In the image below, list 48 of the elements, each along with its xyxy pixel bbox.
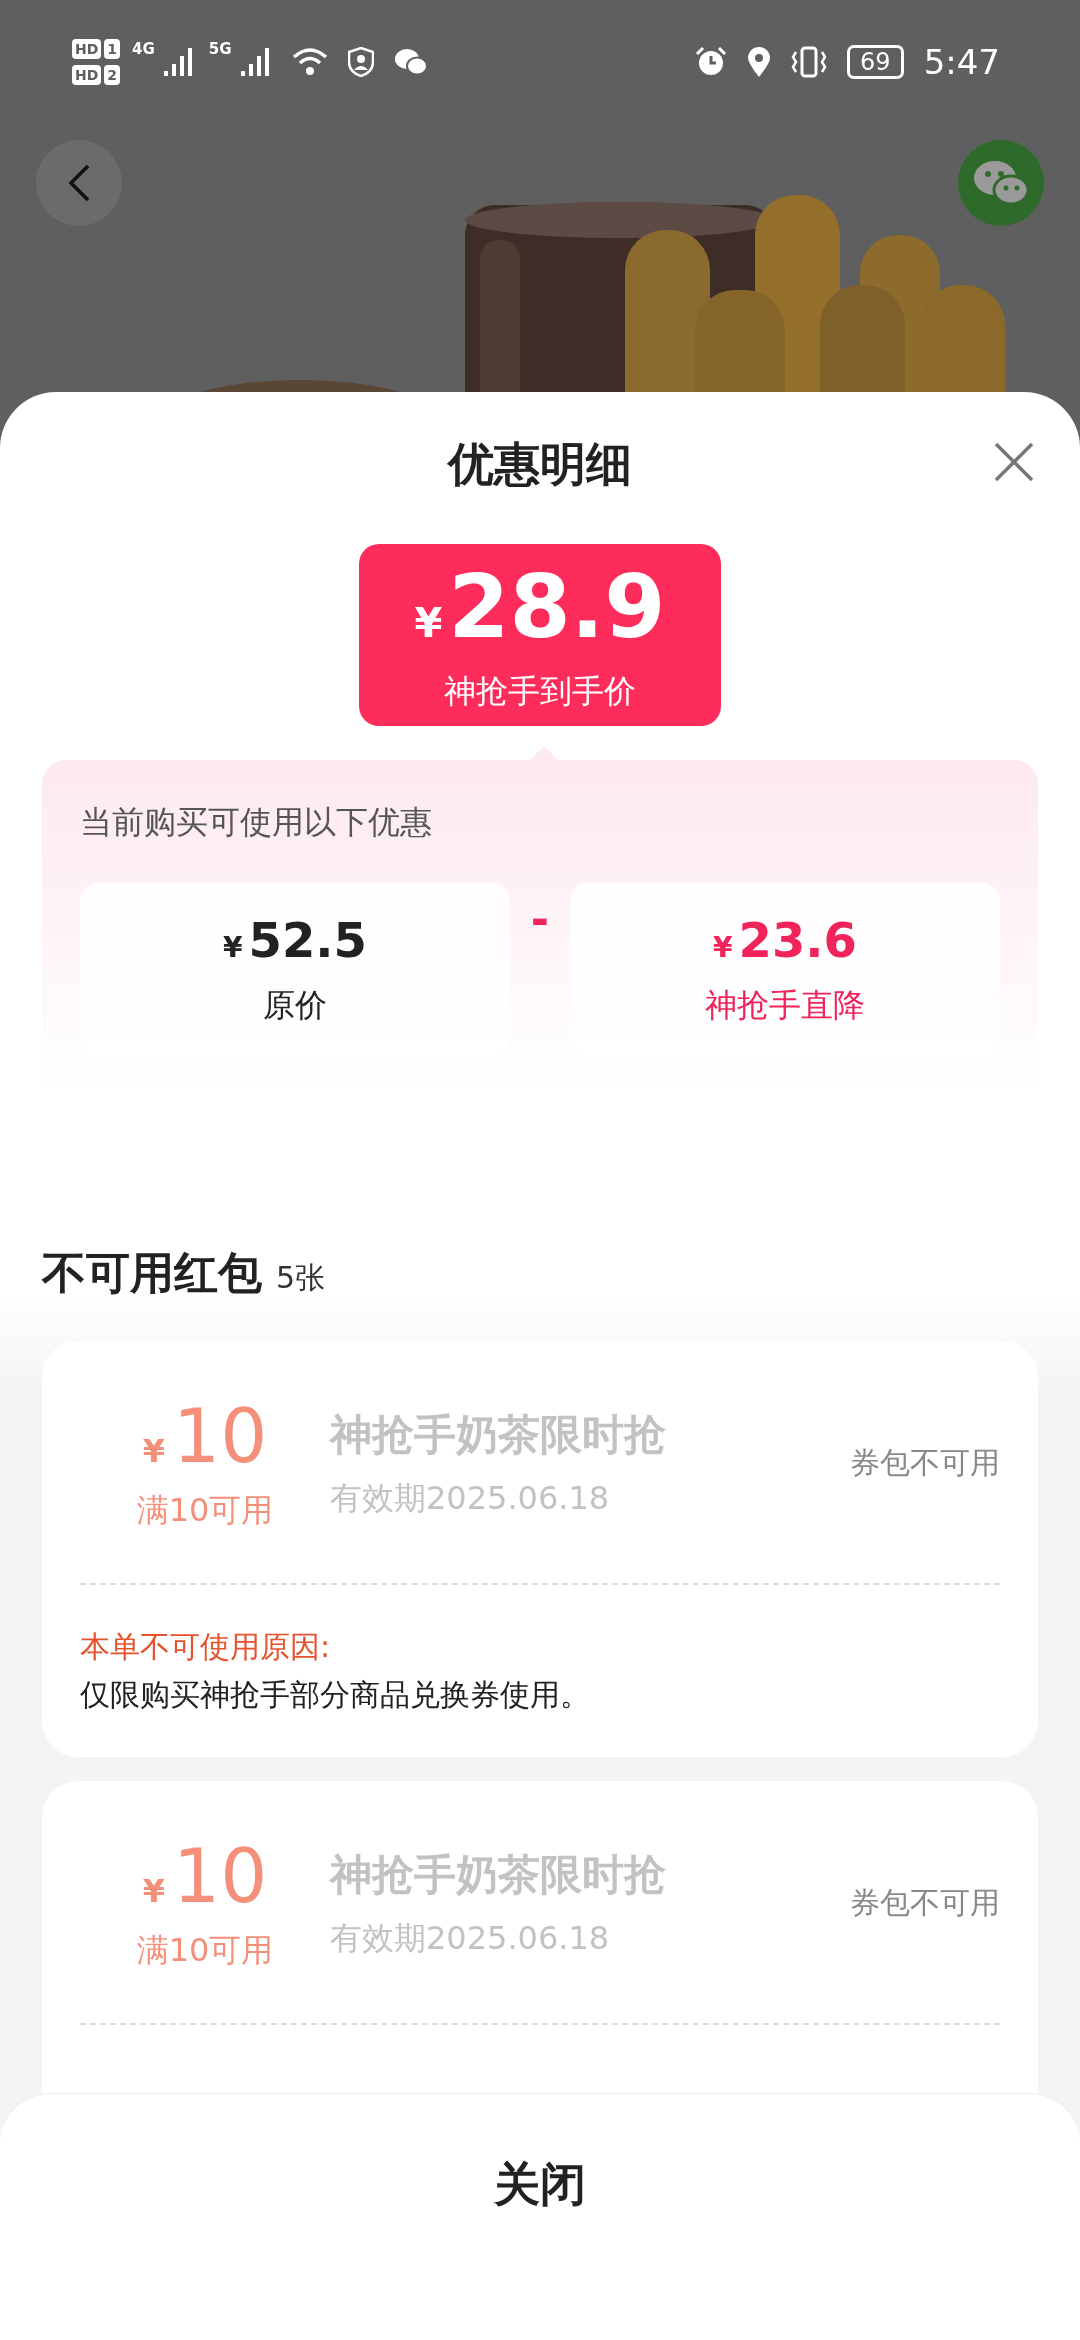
clock-time: 5:47 xyxy=(923,42,1000,82)
sim-label: HD xyxy=(72,39,102,59)
location-pin-icon xyxy=(747,46,772,78)
back-icon xyxy=(67,163,91,203)
signal-icon xyxy=(162,47,193,77)
offer-amount: 52.5 xyxy=(248,911,367,968)
coupon-expiry: 有效期2025.06.18 xyxy=(330,1477,611,1519)
currency-sign: ¥ xyxy=(142,1431,166,1472)
minus-sign: - xyxy=(529,893,551,947)
coupon-expiry: 有效期2025.06.18 xyxy=(330,1917,611,1959)
wifi-icon xyxy=(291,47,328,77)
sim-label: HD xyxy=(72,65,102,85)
coupon-name: 神抢手奶茶限时抢 xyxy=(330,1408,667,1461)
currency-sign: ¥ xyxy=(142,1871,166,1912)
chat-bubbles-icon xyxy=(393,48,428,76)
offer-amount: 23.6 xyxy=(738,911,857,968)
coupon-status: 券包不可用 xyxy=(850,1444,1000,1482)
currency-sign: ¥ xyxy=(713,930,733,964)
offer-label: 神抢手直降 xyxy=(705,984,865,1026)
sim-slot: 2 xyxy=(104,65,121,85)
coupon-amount: 10 xyxy=(173,1397,268,1475)
battery-indicator: 69 xyxy=(847,45,904,79)
currency-sign: ¥ xyxy=(414,599,443,648)
coupon-status: 券包不可用 xyxy=(850,1884,1000,1922)
offer-label: 原价 xyxy=(263,984,327,1026)
coupon-name: 神抢手奶茶限时抢 xyxy=(330,1848,667,1901)
signal-icon xyxy=(239,47,270,77)
close-icon xyxy=(994,442,1034,482)
sim-slot: 1 xyxy=(104,39,121,59)
reason-text: 仅限购买神抢手部分商品兑换券使用。 xyxy=(80,1676,591,1714)
close-button[interactable] xyxy=(994,442,1034,482)
vibrate-icon xyxy=(791,46,828,78)
price-label: 神抢手到手价 xyxy=(444,671,636,711)
sheet-title: 优惠明细 xyxy=(448,436,632,493)
offer-heading: 当前购买可使用以下优惠 xyxy=(80,802,433,843)
section-title: 不可用红包 xyxy=(42,1247,262,1299)
currency-sign: ¥ xyxy=(223,930,243,964)
coupon-amount: 10 xyxy=(173,1837,268,1915)
coupon-threshold: 满10可用 xyxy=(136,1930,274,1970)
final-price: 28.9 xyxy=(448,559,666,655)
network-type: 5G xyxy=(208,40,232,58)
network-type: 4G xyxy=(132,40,155,58)
coupon-count: 5张 xyxy=(276,1259,326,1297)
reason-label: 本单不可使用原因: xyxy=(80,1628,332,1666)
close-button[interactable]: 关闭 xyxy=(464,2144,616,2226)
shield-person-icon xyxy=(347,47,374,77)
alarm-clock-icon xyxy=(695,46,728,78)
coupon-threshold: 满10可用 xyxy=(136,1490,274,1530)
